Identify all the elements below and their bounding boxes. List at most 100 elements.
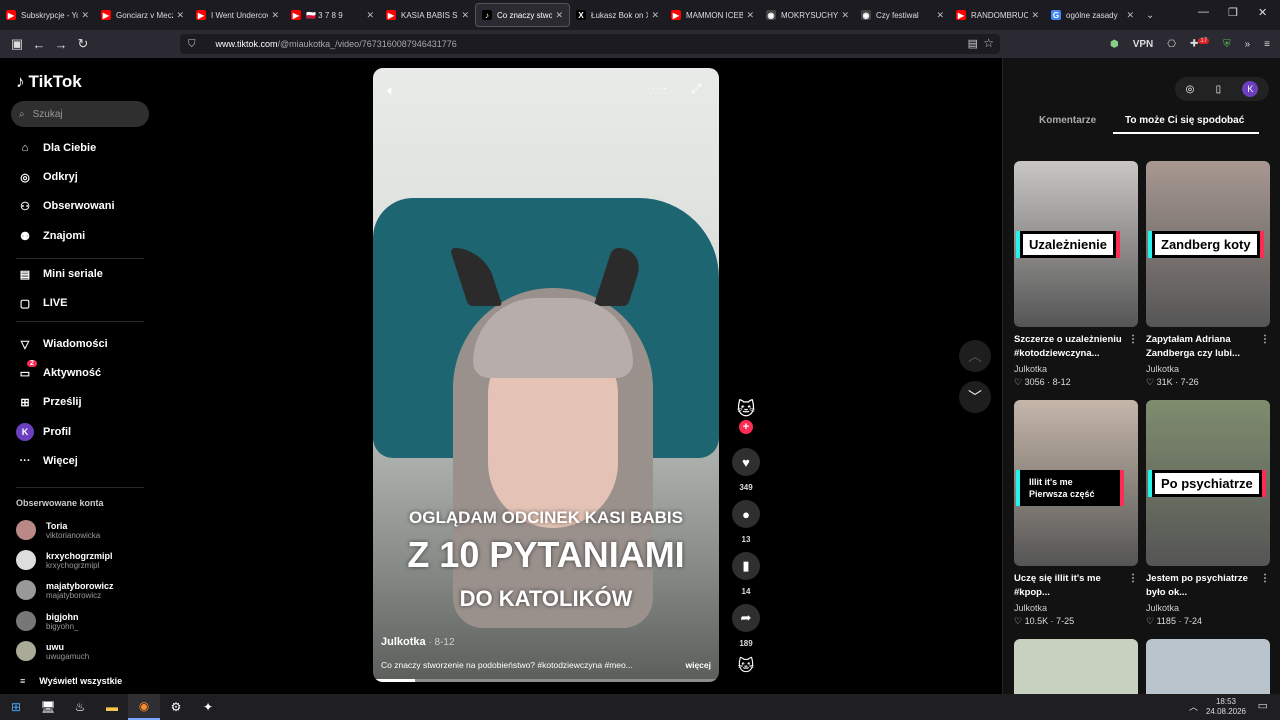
browser-tab[interactable]: ▶ Subskrypcje - YouTube✕ bbox=[0, 3, 95, 27]
sidebar-item-more[interactable]: ··· Więcej bbox=[16, 451, 78, 471]
close-icon[interactable]: ✕ bbox=[936, 10, 944, 21]
search-input[interactable]: ⌕ Szukaj bbox=[11, 101, 149, 127]
sidebar-item-series[interactable]: ▤ Mini seriale bbox=[16, 264, 103, 284]
next-video-button[interactable]: ﹀ bbox=[959, 381, 991, 413]
tab-recommended[interactable]: To może Ci się spodobać bbox=[1125, 115, 1244, 126]
minimize-icon[interactable]: — bbox=[1198, 6, 1209, 18]
browser-tab[interactable]: ◉ Czy festiwal ✕ bbox=[855, 3, 950, 27]
reader-icon[interactable]: ▤ bbox=[968, 37, 978, 50]
close-icon[interactable]: ✕ bbox=[461, 10, 469, 21]
app-icon[interactable]: ✦ bbox=[192, 694, 224, 720]
tab-comments[interactable]: Komentarze bbox=[1039, 115, 1096, 126]
browser-tab[interactable]: ♪ Co znaczy stworzenie✕ bbox=[475, 3, 570, 27]
close-icon[interactable]: ✕ bbox=[81, 10, 89, 21]
firefox-icon[interactable]: ◉ bbox=[128, 694, 160, 720]
recommended-video-card[interactable]: Zandberg koty Zapytałam Adriana Zandberga… bbox=[1146, 161, 1270, 388]
steam-icon[interactable]: ♨ bbox=[64, 694, 96, 720]
recommended-video-card[interactable]: Uzależnienie Szczerze o uzależnieniu #kot… bbox=[1014, 161, 1138, 388]
more-options-icon[interactable]: ··· bbox=[651, 79, 668, 95]
see-all-button[interactable]: ≡ Wyświetl wszystkie bbox=[20, 676, 122, 686]
back-icon[interactable]: ← bbox=[28, 37, 50, 52]
vpn-button[interactable]: VPN bbox=[1133, 39, 1154, 50]
followed-account[interactable]: uwu uwugamuch bbox=[16, 641, 89, 661]
previous-video-button[interactable]: ︿ bbox=[959, 340, 991, 372]
close-icon[interactable]: ✕ bbox=[841, 10, 849, 21]
sidebar-toggle-icon[interactable]: ▣ bbox=[6, 36, 28, 52]
browser-tab[interactable]: ▶ 🇵🇱 3 7 8 9 ✕ bbox=[285, 3, 380, 27]
system-clock[interactable]: 18:53 24.08.2026 bbox=[1206, 697, 1246, 717]
close-icon[interactable]: ✕ bbox=[555, 10, 563, 21]
more-options-icon[interactable]: ⋮ bbox=[1128, 572, 1138, 586]
more-description-link[interactable]: więcej bbox=[685, 660, 711, 670]
followed-account[interactable]: krxychogrzmipl krxychogrzmipl bbox=[16, 550, 113, 570]
sidebar-item-profile[interactable]: K Profil bbox=[16, 422, 71, 442]
close-icon[interactable]: ✕ bbox=[651, 10, 659, 21]
video-thumbnail[interactable] bbox=[1014, 639, 1138, 694]
browser-tab[interactable]: ▶ RANDOMBRUCE ✕ bbox=[950, 3, 1045, 27]
video-progress-bar[interactable] bbox=[373, 679, 719, 682]
phone-icon[interactable]: ▯ bbox=[1216, 84, 1222, 95]
close-icon[interactable]: ✕ bbox=[271, 10, 279, 21]
shield-icon[interactable]: ⛉ bbox=[188, 39, 196, 50]
sidebar-item-friends[interactable]: ⚉ Znajomi bbox=[16, 226, 85, 246]
card-author[interactable]: Julkotka bbox=[1014, 603, 1138, 613]
notification-icon[interactable]: ▭ bbox=[1258, 699, 1268, 712]
close-icon[interactable]: ✕ bbox=[1126, 10, 1134, 21]
close-icon[interactable]: ✕ bbox=[176, 10, 184, 21]
comment-button[interactable]: ● 13 bbox=[728, 500, 764, 544]
video-player[interactable]: 🔈︎ ··· ⤢ OGLĄDAM ODCINEK KASI BABIS Z 10… bbox=[373, 68, 719, 682]
video-thumbnail[interactable] bbox=[1146, 639, 1270, 694]
fullscreen-icon[interactable]: ⤢ bbox=[691, 81, 701, 97]
more-options-icon[interactable]: ⋮ bbox=[1260, 333, 1270, 347]
reload-icon[interactable]: ↻ bbox=[72, 36, 94, 52]
video-thumbnail[interactable]: Zandberg koty bbox=[1146, 161, 1270, 327]
follow-plus-icon[interactable]: + bbox=[739, 420, 753, 434]
share-button[interactable]: ➦ 189 bbox=[728, 604, 764, 648]
file-explorer-icon[interactable]: ▬ bbox=[96, 694, 128, 720]
extension-icon[interactable]: ⎔ bbox=[1167, 39, 1176, 50]
shield-ext-icon[interactable]: ⛨ bbox=[1223, 39, 1231, 50]
card-author[interactable]: Julkotka bbox=[1146, 603, 1270, 613]
video-author[interactable]: Julkotka bbox=[381, 636, 426, 648]
tab-list-icon[interactable]: ⌄ bbox=[1146, 10, 1154, 21]
more-options-icon[interactable]: ⋮ bbox=[1128, 333, 1138, 347]
volume-icon[interactable]: 🔈︎ bbox=[387, 82, 395, 99]
close-window-icon[interactable]: ✕ bbox=[1258, 6, 1267, 19]
sidebar-item-following[interactable]: ⚇ Obserwowani bbox=[16, 196, 114, 216]
sidebar-item-activity[interactable]: ▭ Aktywność 2 bbox=[16, 360, 101, 383]
avatar[interactable]: K bbox=[1242, 81, 1259, 97]
sidebar-item-live[interactable]: ▢ LIVE bbox=[16, 293, 68, 313]
browser-tab[interactable]: X Łukasz Bok on X ✕ bbox=[570, 3, 665, 27]
address-bar[interactable]: ⛉ www.tiktok.com/@miaukotka_/video/76731… bbox=[180, 34, 1000, 54]
browser-tab[interactable]: ▶ KASIA BABIS S2 ✕ bbox=[380, 3, 475, 27]
sidebar-item-compass[interactable]: ◎ Odkryj bbox=[16, 167, 78, 187]
video-thumbnail[interactable]: Illit it's me Pierwsza część bbox=[1014, 400, 1138, 566]
windows-start-icon[interactable]: ⊞ bbox=[0, 694, 32, 720]
sidebar-item-messages[interactable]: ▽ Wiadomości bbox=[16, 334, 108, 354]
more-options-icon[interactable]: ⋮ bbox=[1260, 572, 1270, 586]
followed-account[interactable]: Toria viktorianowicka bbox=[16, 520, 100, 540]
tiktok-logo[interactable]: ♪ TikTok bbox=[16, 72, 82, 92]
tray-chevron-icon[interactable]: ︿ bbox=[1189, 700, 1198, 713]
video-thumbnail[interactable]: Uzależnienie bbox=[1014, 161, 1138, 327]
sound-disc[interactable]: 🐱︎ bbox=[728, 656, 764, 676]
creator-avatar[interactable]: 🐱︎ + bbox=[728, 398, 764, 434]
close-icon[interactable]: ✕ bbox=[1031, 10, 1039, 21]
close-icon[interactable]: ✕ bbox=[366, 10, 374, 21]
settings-icon[interactable]: ⚙ bbox=[160, 694, 192, 720]
overflow-icon[interactable]: » bbox=[1245, 39, 1251, 50]
save-button[interactable]: ▮ 14 bbox=[728, 552, 764, 596]
browser-tab[interactable]: ◉ MOKRYSUCHY ✕ bbox=[760, 3, 855, 27]
browser-tab[interactable]: ▶ Gonciarz v Meczyki✕ bbox=[95, 3, 190, 27]
browser-tab[interactable]: ▶ I Went Undercover✕ bbox=[190, 3, 285, 27]
recommended-video-card[interactable]: Po psychiatrze Jestem po psychiatrze było… bbox=[1146, 400, 1270, 627]
followed-account[interactable]: majatyborowicz majatyborowicz bbox=[16, 580, 114, 600]
like-button[interactable]: ♥ 349 bbox=[728, 448, 764, 492]
restore-icon[interactable]: ❐ bbox=[1228, 6, 1238, 19]
browser-tab[interactable]: ▶ MAMMON ICEBERG✕ bbox=[665, 3, 760, 27]
card-author[interactable]: Julkotka bbox=[1146, 364, 1270, 374]
recommended-video-card[interactable]: Illit it's me Pierwsza część Uczę się ill… bbox=[1014, 400, 1138, 627]
sidebar-item-home[interactable]: ⌂ Dla Ciebie bbox=[16, 138, 97, 158]
sidebar-item-upload[interactable]: ⊞ Prześlij bbox=[16, 392, 81, 412]
menu-icon[interactable]: ≡ bbox=[1264, 39, 1270, 50]
